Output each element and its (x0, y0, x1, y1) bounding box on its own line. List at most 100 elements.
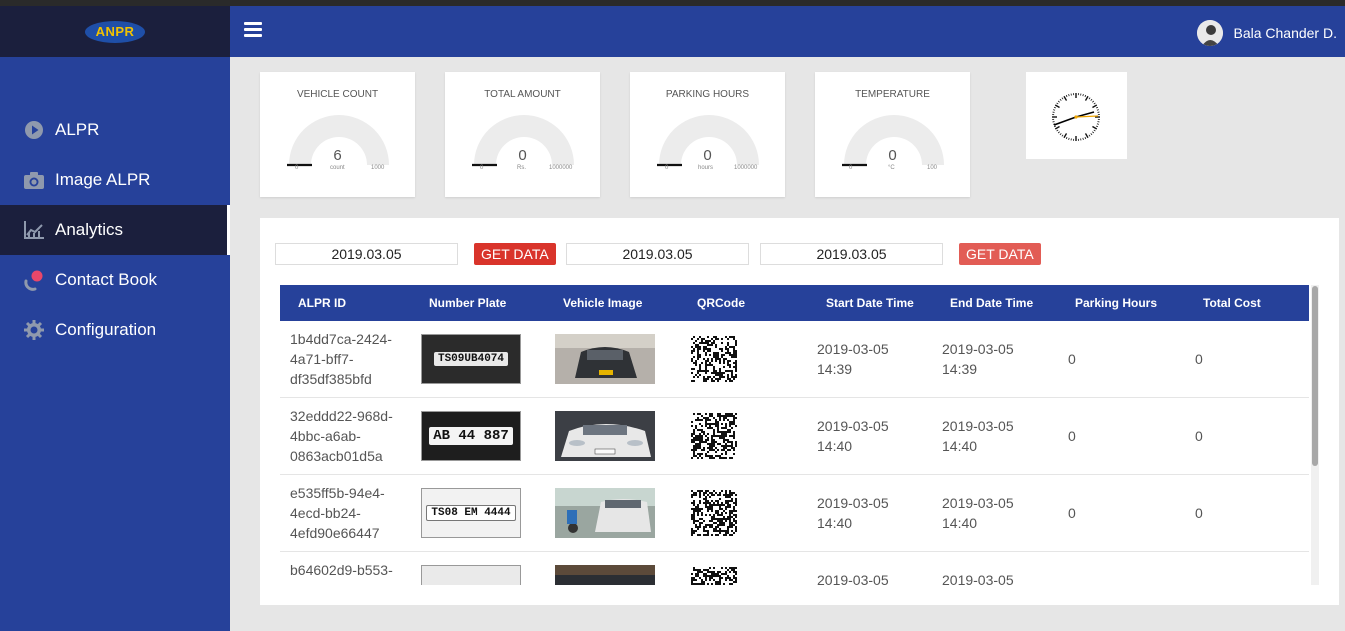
sidebar-item-label: Image ALPR (55, 170, 151, 189)
date-input-3[interactable]: 2019.03.05 (760, 243, 943, 265)
gauge-card-temperature: TEMPERATURE 0 0 °C 100 (815, 72, 970, 197)
sidebar-item-image-alpr[interactable]: Image ALPR (0, 155, 230, 205)
alpr-id-cell: 32eddd22-968d- 4bbc-a6ab- 0863acb01d5a (290, 408, 393, 464)
sidebar-item-label: ALPR (55, 120, 100, 139)
sidebar-item-analytics[interactable]: Analytics (0, 205, 230, 255)
gauge-title: PARKING HOURS (665, 89, 750, 100)
gauge-unit: hours (698, 165, 714, 171)
qr-code[interactable] (691, 567, 737, 585)
number-plate-image[interactable]: TS08 EM 4444 (421, 488, 521, 538)
anpr-logo[interactable]: ANPR (85, 20, 145, 43)
gauge-title: TEMPERATURE (855, 89, 930, 100)
hamburger-icon[interactable] (244, 22, 262, 38)
records-table: ALPR ID Number Plate Vehicle Image QRCod… (280, 285, 1309, 585)
sidebar-item-configuration[interactable]: Configuration (0, 305, 230, 355)
get-data-button-2[interactable]: GET DATA (959, 243, 1041, 265)
col-alpr-id: ALPR ID (298, 296, 346, 310)
gauge-value: 0 (703, 147, 712, 164)
vehicle-image[interactable] (555, 488, 655, 538)
number-plate-image[interactable] (421, 565, 521, 585)
number-plate-image[interactable]: AB 44 887 (421, 411, 521, 461)
table-header: ALPR ID Number Plate Vehicle Image QRCod… (280, 285, 1309, 321)
gauge-value: 6 (333, 147, 342, 164)
col-end-date-time: End Date Time (950, 296, 1034, 310)
gauge-title: TOTAL AMOUNT (484, 89, 561, 100)
date-input-2[interactable]: 2019.03.05 (566, 243, 749, 265)
table-row[interactable]: 1b4dd7ca-2424- 4a71-bff7- df35df385bfd TS0… (280, 321, 1309, 398)
gauge-value: 0 (518, 147, 527, 164)
table-row[interactable]: e535ff5b-94e4- 4ecd-bb24- 4efd90e66447 TS0… (280, 475, 1309, 552)
gauge-card-vehicle-count: VEHICLE COUNT 6 0 count 1000 (260, 72, 415, 197)
col-vehicle-image: Vehicle Image (563, 296, 643, 310)
gauge-title: VEHICLE COUNT (296, 89, 379, 100)
start-date-time: 2019-03-05 14:39 (817, 341, 889, 377)
avatar (1197, 20, 1224, 46)
parking-hours: 0 (1068, 428, 1076, 444)
vehicle-image[interactable] (555, 565, 655, 585)
gauge-min: 0 (295, 165, 299, 171)
table-row[interactable]: b64602d9-b553- 2019-03-05 2019-03-05 (280, 552, 1309, 585)
get-data-button-1[interactable]: GET DATA (474, 243, 556, 265)
gear-icon (22, 318, 46, 342)
chart-icon (22, 218, 46, 242)
parking-hours: 0 (1068, 351, 1076, 367)
gauge-min: 0 (480, 165, 484, 171)
start-date-time: 2019-03-05 14:40 (817, 495, 889, 531)
qr-code[interactable] (691, 490, 737, 536)
col-start-date-time: Start Date Time (826, 296, 914, 310)
gauge-max: 1000000 (734, 165, 758, 171)
gauge-max: 1000 (371, 165, 385, 171)
qr-code[interactable] (691, 336, 737, 382)
vehicle-image[interactable] (555, 334, 655, 384)
gauge-card-parking-hours: PARKING HOURS 0 0 hours 1000000 (630, 72, 785, 197)
qr-code[interactable] (691, 413, 737, 459)
gauge-value: 0 (888, 147, 897, 164)
gauge-unit: Rs. (517, 165, 526, 171)
total-cost: 0 (1195, 428, 1203, 444)
end-date-time: 2019-03-05 (942, 572, 1014, 585)
sidebar-item-contact-book[interactable]: Contact Book (0, 255, 230, 305)
number-plate-image[interactable]: TS09UB4074 (421, 334, 521, 384)
clock-card (1026, 72, 1127, 159)
end-date-time: 2019-03-05 14:39 (942, 341, 1014, 377)
user-name: Bala Chander D. (1233, 25, 1337, 41)
sidebar-item-alpr[interactable]: ALPR (0, 105, 230, 155)
gauge-max: 100 (927, 165, 938, 171)
sidebar-item-label: Contact Book (55, 270, 158, 289)
sidebar: ANPR ALPR Image ALPR Analytics Contact B… (0, 6, 230, 631)
vehicle-image[interactable] (555, 411, 655, 461)
camera-icon (22, 168, 46, 192)
top-header: Bala Chander D. (230, 6, 1345, 57)
gauge-min: 0 (849, 165, 853, 171)
clock-icon (1052, 93, 1100, 141)
col-parking-hours: Parking Hours (1075, 296, 1158, 310)
table-scrollbar[interactable] (1311, 285, 1319, 585)
total-cost: 0 (1195, 351, 1203, 367)
col-total-cost: Total Cost (1203, 296, 1261, 310)
logo-text: ANPR (95, 24, 135, 39)
parking-hours: 0 (1068, 505, 1076, 521)
start-date-time: 2019-03-05 14:40 (817, 418, 889, 454)
sidebar-item-label: Analytics (55, 220, 124, 239)
total-cost: 0 (1195, 505, 1203, 521)
sidebar-nav: ALPR Image ALPR Analytics Contact Book C… (0, 105, 230, 355)
end-date-time: 2019-03-05 14:40 (942, 495, 1014, 531)
end-date-time: 2019-03-05 14:40 (942, 418, 1014, 454)
contact-icon (22, 268, 46, 292)
user-menu[interactable]: Bala Chander D. (1197, 20, 1337, 46)
alpr-id-cell: 1b4dd7ca-2424- 4a71-bff7- df35df385bfd (290, 331, 392, 387)
col-number-plate: Number Plate (429, 296, 507, 310)
start-date-time: 2019-03-05 (817, 572, 889, 585)
gauge-card-total-amount: TOTAL AMOUNT 0 0 Rs. 1000000 (445, 72, 600, 197)
gauge-unit: °C (888, 165, 895, 171)
gauge-unit: count (330, 165, 345, 171)
gauge-min: 0 (665, 165, 669, 171)
scrollbar-thumb[interactable] (1312, 286, 1318, 466)
sidebar-item-label: Configuration (55, 320, 157, 339)
play-circle-icon (22, 118, 46, 142)
alpr-id-cell: b64602d9-b553- (290, 562, 393, 578)
table-row[interactable]: 32eddd22-968d- 4bbc-a6ab- 0863acb01d5a AB … (280, 398, 1309, 475)
gauge-max: 1000000 (549, 165, 573, 171)
col-qrcode: QRCode (697, 296, 745, 310)
date-input-1[interactable]: 2019.03.05 (275, 243, 458, 265)
